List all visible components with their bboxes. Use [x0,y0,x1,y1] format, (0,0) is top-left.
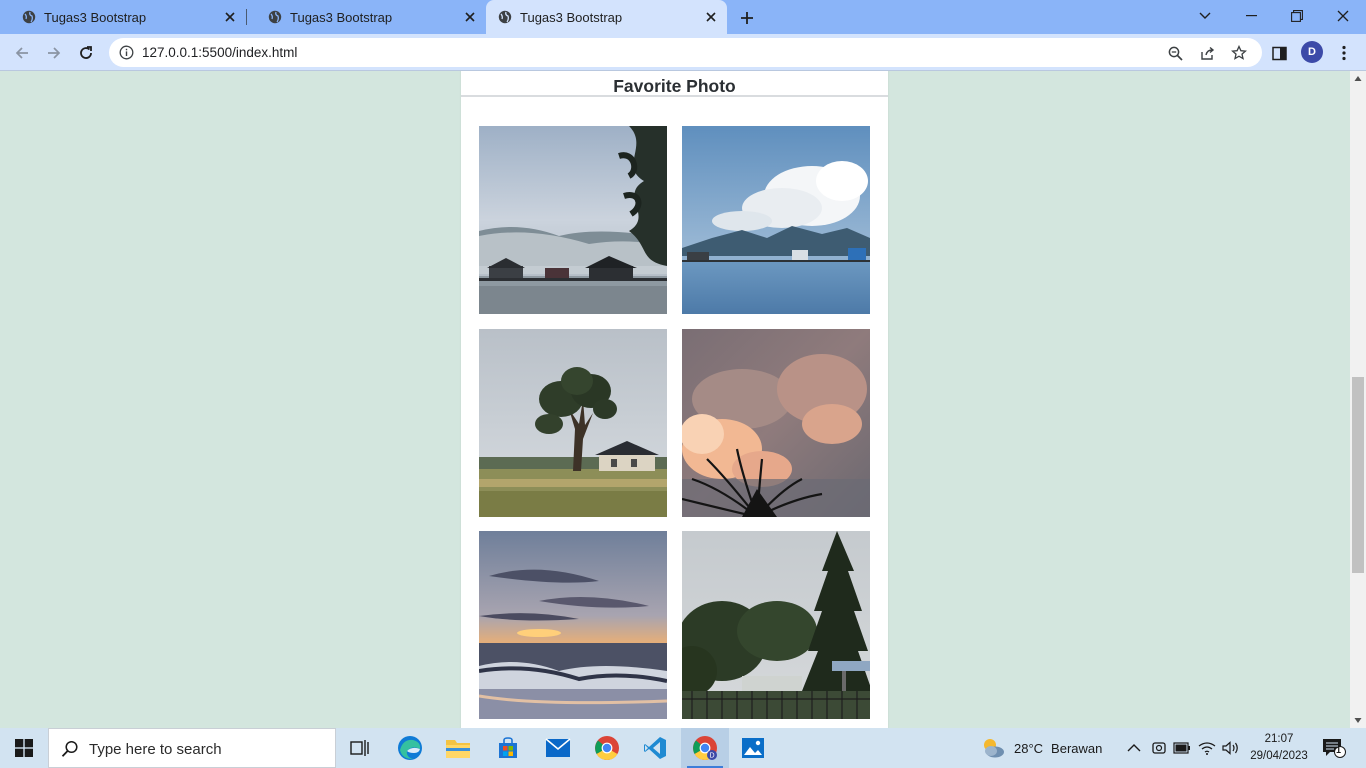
address-bar[interactable]: 127.0.0.1:5500/index.html [109,38,1262,67]
weather-temp: 28°C [1014,740,1044,756]
close-tab-icon[interactable] [462,9,478,25]
tab-strip: Tugas3 Bootstrap Tugas3 Bootstrap Tugas3… [0,0,1366,34]
chrome-profile-icon[interactable]: D [681,728,729,768]
tab-title: Tugas3 Bootstrap [290,9,393,25]
show-hidden-icons[interactable] [1127,728,1141,768]
edge-icon[interactable] [386,728,434,768]
wifi-icon[interactable] [1198,728,1216,768]
close-tab-icon[interactable] [703,9,719,25]
search-icon [61,740,79,763]
side-panel-icon[interactable] [1266,40,1292,66]
mail-icon[interactable] [534,728,582,768]
reload-icon[interactable] [73,40,99,66]
browser-tab-3-active[interactable]: Tugas3 Bootstrap [486,0,727,34]
photos-icon[interactable] [729,728,777,768]
taskbar-clock[interactable]: 21:07 29/04/2023 [1247,731,1311,765]
meet-now-icon[interactable] [1151,728,1167,768]
search-placeholder: Type here to search [89,741,222,758]
tab-search-icon[interactable] [1182,0,1228,32]
scroll-down-icon[interactable] [1354,716,1362,724]
task-view-icon[interactable] [336,728,384,768]
weather-desc: Berawan [1051,740,1103,756]
photo-beach-sunset[interactable] [479,531,667,719]
new-tab-icon[interactable] [736,7,758,29]
zoom-icon[interactable] [1167,45,1183,61]
card-header: Favorite Photo [461,71,888,97]
scroll-up-icon[interactable] [1354,75,1362,83]
photo-sunset-clouds-palm[interactable] [682,329,870,517]
battery-icon[interactable] [1173,728,1191,768]
chevron-up-icon [1127,744,1141,752]
photo-tree-in-rice-field[interactable] [479,329,667,517]
minimize-icon[interactable] [1228,0,1274,32]
browser-toolbar: 127.0.0.1:5500/index.html D [0,34,1366,71]
notification-center-icon[interactable]: 1 [1322,738,1346,758]
page-scrollbar[interactable] [1350,71,1366,728]
windows-taskbar: Type here to search D 28°C Berawan 21:07… [0,728,1366,768]
notification-count: 1 [1336,745,1342,755]
share-icon[interactable] [1199,45,1215,61]
taskbar-search-box[interactable]: Type here to search [48,728,336,768]
back-icon[interactable] [9,40,35,66]
browser-tab-2[interactable]: Tugas3 Bootstrap [246,0,486,34]
volume-icon[interactable] [1222,728,1240,768]
file-explorer-icon[interactable] [434,728,482,768]
photo-lake-with-tree[interactable] [479,126,667,314]
page-viewport: Favorite Photo [0,71,1350,728]
browser-tab-1[interactable]: Tugas3 Bootstrap [0,0,246,34]
restore-icon[interactable] [1274,0,1320,32]
photo-lake-with-clouds[interactable] [682,126,870,314]
card-title: Favorite Photo [613,76,736,96]
svg-text:D: D [709,753,714,760]
vscode-icon[interactable] [631,728,679,768]
clock-time: 21:07 [1264,733,1294,745]
globe-icon [268,10,282,24]
close-window-icon[interactable] [1320,0,1366,32]
tab-title: Tugas3 Bootstrap [520,9,623,25]
forward-icon[interactable] [41,40,67,66]
tab-title: Tugas3 Bootstrap [44,9,147,25]
favorite-photo-card: Favorite Photo [461,71,888,728]
chrome-icon[interactable] [583,728,631,768]
menu-icon[interactable] [1331,40,1357,66]
scrollbar-thumb[interactable] [1352,377,1364,573]
photo-park-with-pine-tree[interactable] [682,531,870,719]
windows-start-icon[interactable] [0,728,48,768]
close-tab-icon[interactable] [222,9,238,25]
globe-icon [22,10,36,24]
weather-cloud-sun-icon [984,739,1004,758]
profile-avatar[interactable]: D [1301,41,1323,63]
info-icon[interactable] [119,45,134,60]
weather-widget[interactable]: 28°C Berawan [980,728,1102,768]
globe-icon [498,10,512,24]
star-icon[interactable] [1231,45,1247,61]
clock-date: 29/04/2023 [1250,750,1308,762]
microsoft-store-icon[interactable] [484,728,532,768]
url-text: 127.0.0.1:5500/index.html [142,45,298,60]
